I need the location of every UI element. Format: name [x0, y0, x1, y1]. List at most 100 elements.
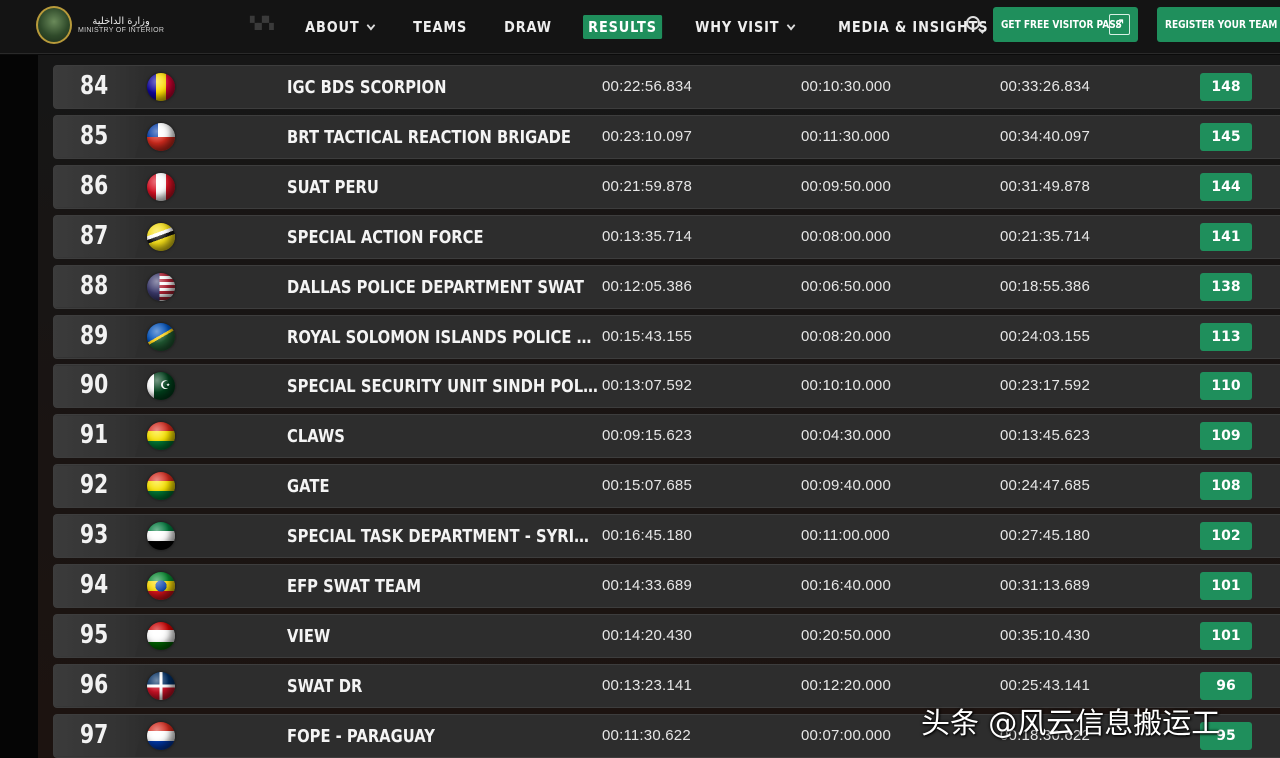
stage-1-time: 00:23:10.097: [602, 127, 692, 145]
nav-item-media-insights[interactable]: MEDIA & INSIGHTS: [833, 14, 1008, 40]
total-time: 00:18:55.386: [1000, 277, 1090, 295]
stage-1-time: 00:11:30.622: [602, 726, 691, 744]
stage-2-time: 00:08:20.000: [801, 327, 891, 345]
team-name: SPECIAL TASK DEPARTMENT - SYRIAN MINISTR…: [287, 526, 599, 548]
total-time: 00:33:26.834: [1000, 78, 1090, 95]
team-name: VIEW: [287, 625, 331, 647]
stage-1-time: 00:16:45.180: [602, 527, 692, 545]
team-name: IGC BDS SCORPION: [287, 77, 447, 98]
score-badge: 138: [1200, 272, 1252, 301]
external-arrow-icon: [1109, 14, 1130, 35]
score-badge: 144: [1200, 172, 1252, 201]
solomon-islands-flag-icon: [147, 322, 175, 351]
result-row[interactable]: 91 CLAWS 00:09:15.623 00:04:30.000 00:13:45.…: [53, 414, 1280, 459]
stage-2-time: 00:20:50.000: [801, 626, 891, 644]
score-badge: 102: [1200, 522, 1252, 551]
rank-number: 97: [80, 719, 109, 750]
stage-2-time: 00:11:00.000: [801, 527, 890, 545]
score-badge: 148: [1200, 73, 1252, 101]
rank-number: 88: [80, 270, 109, 301]
result-row[interactable]: 85 BRT TACTICAL REACTION BRIGADE 00:23:10.…: [53, 114, 1280, 159]
nav-item-results[interactable]: RESULTS: [582, 15, 662, 39]
bolivia-flag-icon: [147, 472, 175, 501]
score-badge: 101: [1200, 621, 1252, 650]
result-row[interactable]: 84 IGC BDS SCORPION 00:22:56.834 00:10:30.0…: [53, 65, 1280, 109]
rank-number: 96: [80, 669, 109, 700]
rank-number: 86: [80, 170, 109, 201]
syria-flag-icon: [147, 522, 175, 551]
paraguay-flag-icon: [147, 721, 175, 750]
result-row[interactable]: 93 SPECIAL TASK DEPARTMENT - SYRIAN MINIS…: [53, 514, 1280, 559]
result-row[interactable]: 95 VIEW 00:14:20.430 00:20:50.000 00:35:10.4…: [53, 613, 1280, 658]
result-row[interactable]: 86 SUAT PERU 00:21:59.878 00:09:50.000 00:31…: [53, 164, 1280, 209]
nav-item-label: WHY VISIT: [695, 18, 780, 36]
stage-1-time: 00:13:07.592: [602, 377, 692, 395]
total-time: 00:27:45.180: [1000, 527, 1090, 545]
result-row[interactable]: 87 SPECIAL ACTION FORCE 00:13:35.714 00:08:…: [53, 214, 1280, 259]
stage-2-time: 00:10:30.000: [801, 78, 891, 95]
stage-1-time: 00:15:07.685: [602, 477, 692, 495]
rank-number: 89: [80, 320, 109, 351]
results-list: 84 IGC BDS SCORPION 00:22:56.834 00:10:30.0…: [38, 55, 1280, 758]
stage-2-time: 00:11:30.000: [801, 127, 890, 145]
result-row[interactable]: 92 GATE 00:15:07.685 00:09:40.000 00:24:47.6…: [53, 464, 1280, 509]
score-badge: 113: [1200, 322, 1252, 351]
nav-item-label: TEAMS: [413, 18, 468, 36]
nav-item-about[interactable]: ABOUT: [300, 14, 379, 40]
score-badge: 101: [1200, 572, 1252, 600]
score-badge: 110: [1200, 372, 1252, 401]
dominican-republic-flag-icon: [147, 671, 175, 700]
bolivia-flag-icon: [147, 422, 175, 451]
rank-number: 84: [80, 71, 109, 101]
chevron-down-icon: [366, 20, 376, 30]
stage-2-time: 00:07:00.000: [801, 726, 891, 744]
site-header: وزارة الداخلية MINISTRY OF INTERIOR ▚▞▚ …: [0, 0, 1280, 54]
stage-1-time: 00:12:05.386: [602, 277, 692, 295]
stage-2-time: 00:06:50.000: [801, 277, 891, 295]
result-row[interactable]: 90 ☪ SPECIAL SECURITY UNIT SINDH POLICE 00:…: [53, 364, 1280, 409]
team-name: DALLAS POLICE DEPARTMENT SWAT: [287, 276, 584, 298]
peru-flag-icon: [147, 172, 175, 201]
total-time: 00:31:13.689: [1000, 577, 1090, 594]
logo-arabic-text: وزارة الداخلية: [92, 15, 150, 27]
result-row[interactable]: 89 ROYAL SOLOMON ISLANDS POLICE FORCE 00:1…: [53, 314, 1280, 359]
score-badge: 109: [1200, 422, 1252, 451]
team-name: BRT TACTICAL REACTION BRIGADE: [287, 126, 571, 148]
tajikistan-flag-icon: [147, 621, 175, 650]
nav-item-teams[interactable]: TEAMS: [408, 14, 472, 40]
rank-number: 85: [80, 120, 109, 151]
stage-2-time: 00:16:40.000: [801, 577, 891, 594]
rank-number: 92: [80, 470, 109, 501]
stage-1-time: 00:14:20.430: [602, 626, 692, 644]
emblem-icon: [36, 6, 72, 44]
result-row[interactable]: 94 EFP SWAT TEAM 00:14:33.689 00:16:40.000 0…: [53, 564, 1280, 608]
total-time: 00:13:45.623: [1000, 427, 1090, 445]
team-name: GATE: [287, 476, 330, 498]
stage-1-time: 00:15:43.155: [602, 327, 692, 345]
register-your-team-button[interactable]: REGISTER YOUR TEAM: [1157, 7, 1280, 42]
register-team-label: REGISTER YOUR TEAM: [1165, 18, 1278, 31]
nav-item-label: ABOUT: [305, 18, 360, 36]
rank-number: 93: [80, 520, 109, 551]
total-time: 00:34:40.097: [1000, 127, 1090, 145]
score-badge: 145: [1200, 122, 1252, 151]
search-icon[interactable]: [966, 16, 980, 30]
get-free-visitor-pass-button[interactable]: GET FREE VISITOR PASS: [993, 7, 1138, 42]
team-name: FOPE - PARAGUAY: [287, 725, 435, 747]
rank-number: 95: [80, 619, 109, 650]
nav-item-why-visit[interactable]: WHY VISIT: [690, 14, 799, 40]
nav-item-label: DRAW: [504, 18, 552, 36]
chevron-down-icon: [787, 20, 796, 30]
nav-item-label: RESULTS: [587, 18, 657, 36]
team-name: SPECIAL SECURITY UNIT SINDH POLICE: [287, 376, 599, 398]
result-row[interactable]: 88 DALLAS POLICE DEPARTMENT SWAT 00:12:05.…: [53, 264, 1280, 309]
total-time: 00:24:03.155: [1000, 327, 1090, 345]
ministry-logo[interactable]: وزارة الداخلية MINISTRY OF INTERIOR: [36, 6, 164, 44]
stage-2-time: 00:08:00.000: [801, 227, 891, 245]
rank-number: 94: [80, 570, 109, 600]
chile-flag-icon: [147, 122, 175, 151]
nav-item-draw[interactable]: DRAW: [499, 14, 557, 40]
logo-english-text: MINISTRY OF INTERIOR: [78, 26, 165, 34]
visitor-pass-label: GET FREE VISITOR PASS: [1001, 18, 1122, 31]
stage-1-time: 00:21:59.878: [602, 177, 692, 195]
